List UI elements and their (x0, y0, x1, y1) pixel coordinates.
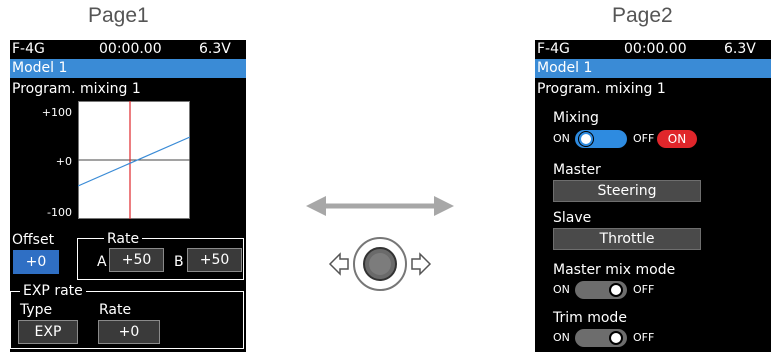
rate-a-value-button[interactable]: +50 (109, 248, 164, 272)
mixing-toggle-switch[interactable] (575, 130, 627, 148)
trim-mode-row: ON OFF (553, 329, 703, 347)
offset-value-button[interactable]: +0 (13, 250, 59, 274)
exp-rate-title: EXP rate (20, 283, 86, 299)
page1-label: Page1 (88, 4, 149, 27)
trim-mode-on-text: ON (553, 331, 570, 344)
battery-voltage-2: 6.3V (724, 41, 756, 57)
y-tick-max: +100 (41, 106, 72, 119)
master-mix-mode-label: Master mix mode (553, 262, 676, 278)
master-select[interactable]: Steering (553, 180, 701, 202)
mixing-label: Mixing (553, 110, 599, 126)
trim-mode-off-text: OFF (633, 331, 655, 344)
timer: 00:00.00 (99, 41, 162, 57)
slave-label: Slave (553, 210, 592, 226)
page1-screen: F-4G 00:00.00 6.3V Model 1 Program. mixi… (10, 40, 246, 352)
battery-voltage: 6.3V (199, 41, 231, 57)
exp-rate-label: Rate (99, 302, 132, 318)
master-mix-on-text: ON (553, 283, 570, 296)
model-name-bar-2: Model 1 (535, 59, 771, 78)
master-mix-mode-knob (609, 283, 623, 297)
jog-dial-icon (328, 237, 432, 291)
page2-label: Page2 (612, 4, 673, 27)
function-title-2: Program. mixing 1 (537, 81, 666, 97)
mixing-curve-graph (77, 101, 191, 219)
function-title: Program. mixing 1 (12, 81, 141, 97)
timer-2: 00:00.00 (624, 41, 687, 57)
mixing-toggle-row: ON OFF ON (553, 130, 753, 148)
exp-type-label: Type (20, 302, 53, 318)
arrow-right-icon (411, 252, 432, 276)
mixing-status-badge: ON (657, 130, 697, 148)
master-label: Master (553, 162, 601, 178)
trim-mode-label: Trim mode (553, 310, 627, 326)
model-name-bar: Model 1 (10, 59, 246, 78)
rate-a-label: A (97, 254, 107, 270)
double-arrow-icon (306, 196, 454, 216)
exp-type-button[interactable]: EXP (18, 320, 78, 344)
rate-b-label: B (174, 254, 184, 270)
navigation-graphic (306, 196, 454, 291)
mixing-toggle-knob (579, 132, 593, 146)
master-mix-off-text: OFF (633, 283, 655, 296)
offset-label: Offset (12, 232, 55, 248)
model-code-2: F-4G (537, 41, 570, 57)
trim-mode-switch[interactable] (575, 329, 627, 347)
y-tick-mid: +0 (55, 155, 72, 168)
slave-select[interactable]: Throttle (553, 228, 701, 250)
mixing-on-text: ON (553, 132, 570, 145)
rate-b-value-button[interactable]: +50 (187, 248, 242, 272)
exp-rate-value-button[interactable]: +0 (98, 320, 160, 344)
rate-frame-title: Rate (104, 231, 143, 247)
arrow-left-icon (328, 252, 349, 276)
model-code: F-4G (12, 41, 45, 57)
trim-mode-knob (609, 331, 623, 345)
y-tick-min: -100 (47, 206, 72, 219)
mixing-curve-svg (77, 101, 191, 219)
master-mix-mode-switch[interactable] (575, 281, 627, 299)
status-header: F-4G 00:00.00 6.3V (10, 40, 246, 58)
mixing-off-text: OFF (633, 132, 655, 145)
master-mix-mode-row: ON OFF (553, 281, 703, 299)
status-header-2: F-4G 00:00.00 6.3V (535, 40, 771, 58)
page2-screen: F-4G 00:00.00 6.3V Model 1 Program. mixi… (535, 40, 771, 352)
